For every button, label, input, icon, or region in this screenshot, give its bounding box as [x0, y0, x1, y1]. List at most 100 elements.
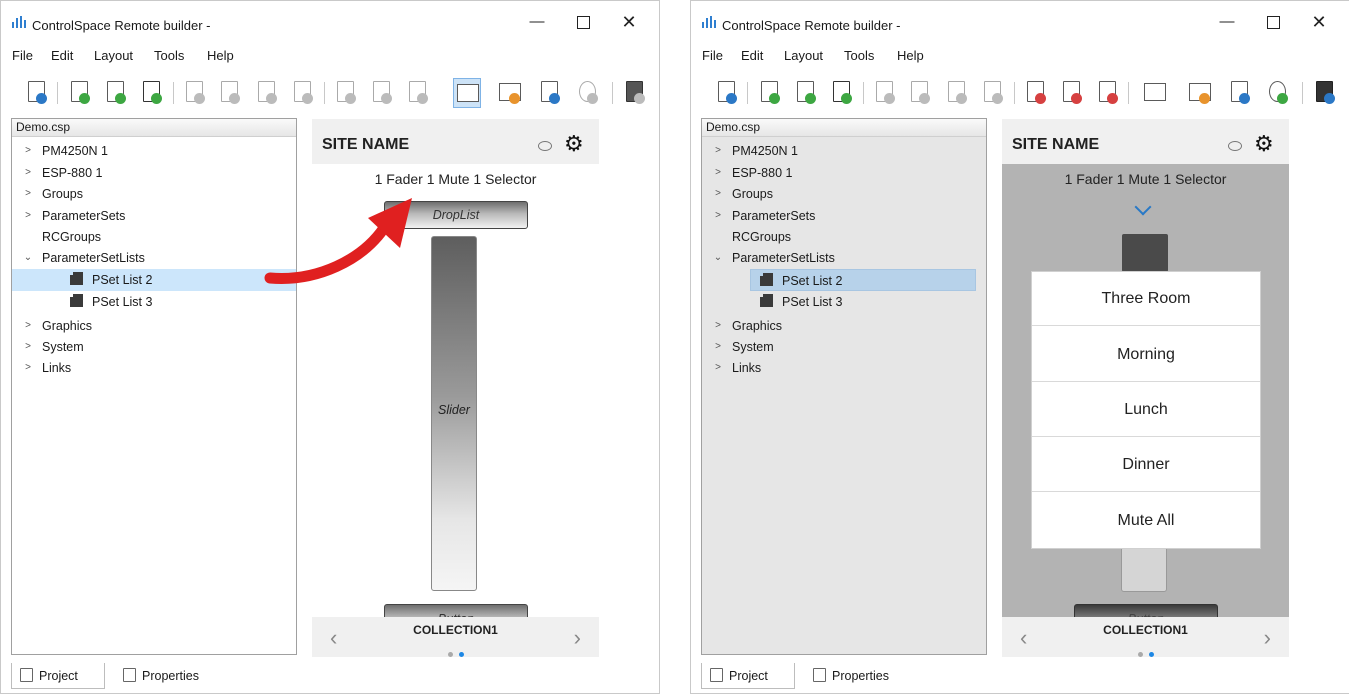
menu-file[interactable]: File — [702, 48, 723, 63]
menu-file[interactable]: File — [12, 48, 33, 63]
chevron-right-icon[interactable]: > — [712, 140, 724, 162]
menu-layout[interactable]: Layout — [784, 48, 823, 63]
gear-icon[interactable]: ⚙ — [1254, 133, 1274, 155]
menu-layout[interactable]: Layout — [94, 48, 133, 63]
page-icon[interactable] — [1060, 80, 1082, 104]
tree-item[interactable]: > System — [702, 336, 986, 358]
option-dinner[interactable]: Dinner — [1032, 438, 1260, 492]
slider-control[interactable]: Slider — [431, 236, 477, 591]
delete-icon[interactable] — [981, 80, 1003, 104]
page-list-icon[interactable] — [1096, 80, 1118, 104]
cut-icon[interactable] — [873, 80, 895, 104]
new-page-icon[interactable] — [758, 80, 780, 104]
tree-item[interactable]: > ESP-880 1 — [702, 162, 986, 184]
chevron-right-icon[interactable]: > — [712, 183, 724, 205]
eye-icon[interactable] — [1228, 141, 1242, 151]
refresh-page-icon[interactable] — [794, 80, 816, 104]
option-mute-all[interactable]: Mute All — [1032, 494, 1260, 548]
chevron-right-icon[interactable]: > — [22, 205, 34, 227]
tree-item[interactable]: > Links — [12, 357, 296, 379]
tree-item[interactable]: > PM4250N 1 — [12, 140, 296, 162]
refresh-page-icon[interactable] — [104, 80, 126, 104]
option-three-room[interactable]: Three Room — [1032, 272, 1260, 326]
open-project-icon[interactable] — [715, 80, 737, 104]
gear-icon[interactable]: ⚙ — [564, 133, 584, 155]
tree-item[interactable]: > Groups — [702, 183, 986, 205]
page-list-icon[interactable] — [406, 80, 428, 104]
menu-edit[interactable]: Edit — [51, 48, 73, 63]
open-project-icon[interactable] — [25, 80, 47, 104]
copy-icon[interactable] — [218, 80, 240, 104]
chevron-right-icon[interactable]: > — [22, 336, 34, 358]
tree-item[interactable]: > Groups — [12, 183, 296, 205]
tree-item[interactable]: > Graphics — [12, 315, 296, 337]
menu-help[interactable]: Help — [897, 48, 924, 63]
tree-item-selected[interactable]: PSet List 2 — [12, 269, 296, 291]
option-lunch[interactable]: Lunch — [1032, 383, 1260, 437]
tree-item[interactable]: > ParameterSets — [702, 205, 986, 227]
menu-edit[interactable]: Edit — [741, 48, 763, 63]
page-icon[interactable] — [334, 80, 356, 104]
chevron-down-icon[interactable]: ⌄ — [22, 247, 34, 269]
chevron-right-icon[interactable]: > — [22, 357, 34, 379]
close-button[interactable]: ✕ — [1301, 9, 1337, 35]
option-morning[interactable]: Morning — [1032, 328, 1260, 382]
tree-item[interactable]: PSet List 3 — [702, 291, 986, 313]
chevron-right-icon[interactable]: > — [22, 162, 34, 184]
delete-icon[interactable] — [291, 80, 313, 104]
web-icon[interactable] — [576, 80, 598, 104]
new-page-icon[interactable] — [68, 80, 90, 104]
device-icon[interactable] — [623, 80, 645, 104]
layout-mode-icon[interactable] — [1143, 80, 1166, 104]
chevron-right-icon[interactable]: > — [712, 315, 724, 337]
copy-icon[interactable] — [908, 80, 930, 104]
page-dot[interactable] — [1137, 652, 1143, 657]
grid-icon[interactable] — [498, 80, 521, 104]
minimize-button[interactable]: — — [519, 9, 555, 35]
slider-control[interactable] — [1121, 544, 1167, 592]
chevron-right-icon[interactable]: > — [22, 315, 34, 337]
device-icon[interactable] — [1313, 80, 1335, 104]
page-dot-active[interactable] — [1148, 652, 1154, 657]
chevron-right-icon[interactable]: > — [712, 205, 724, 227]
chevron-down-icon[interactable] — [1134, 198, 1152, 216]
page-dot[interactable] — [447, 652, 453, 657]
close-button[interactable]: ✕ — [611, 9, 647, 35]
tab-project[interactable]: Project — [11, 663, 105, 689]
grid-icon[interactable] — [1188, 80, 1211, 104]
save-page-icon[interactable] — [830, 80, 852, 104]
page-dot-active[interactable] — [458, 652, 464, 657]
tab-properties[interactable]: Properties — [813, 663, 889, 689]
tree-item[interactable]: > ParameterSets — [12, 205, 296, 227]
tree-item[interactable]: > PM4250N 1 — [702, 140, 986, 162]
chevron-right-icon[interactable]: > — [22, 183, 34, 205]
tree-item-selected[interactable]: PSet List 2 — [750, 269, 976, 291]
page-settings-icon[interactable] — [1228, 80, 1250, 104]
menu-tools[interactable]: Tools — [844, 48, 874, 63]
tab-project[interactable]: Project — [701, 663, 795, 689]
chevron-right-icon[interactable]: > — [712, 336, 724, 358]
menu-help[interactable]: Help — [207, 48, 234, 63]
tree-item[interactable]: PSet List 3 — [12, 291, 296, 313]
tree-item[interactable]: > Links — [702, 357, 986, 379]
cut-icon[interactable] — [183, 80, 205, 104]
layout-mode-icon[interactable] — [453, 78, 481, 108]
paste-icon[interactable] — [945, 80, 967, 104]
minimize-button[interactable]: — — [1209, 9, 1245, 35]
web-icon[interactable] — [1266, 80, 1288, 104]
chevron-right-icon[interactable]: > — [712, 357, 724, 379]
menu-tools[interactable]: Tools — [154, 48, 184, 63]
slider-thumb[interactable] — [1122, 234, 1168, 272]
maximize-button[interactable] — [565, 9, 601, 35]
maximize-button[interactable] — [1255, 9, 1291, 35]
chevron-down-icon[interactable]: ⌄ — [712, 247, 724, 269]
eye-icon[interactable] — [538, 141, 552, 151]
page-icon[interactable] — [1024, 80, 1046, 104]
chevron-right-icon[interactable]: > — [712, 162, 724, 184]
tree-item[interactable]: RCGroups — [702, 226, 986, 248]
tab-properties[interactable]: Properties — [123, 663, 199, 689]
tree-root[interactable]: Demo.csp — [702, 119, 986, 137]
chevron-right-icon[interactable]: > — [22, 140, 34, 162]
tree-root[interactable]: Demo.csp — [12, 119, 296, 137]
paste-icon[interactable] — [255, 80, 277, 104]
